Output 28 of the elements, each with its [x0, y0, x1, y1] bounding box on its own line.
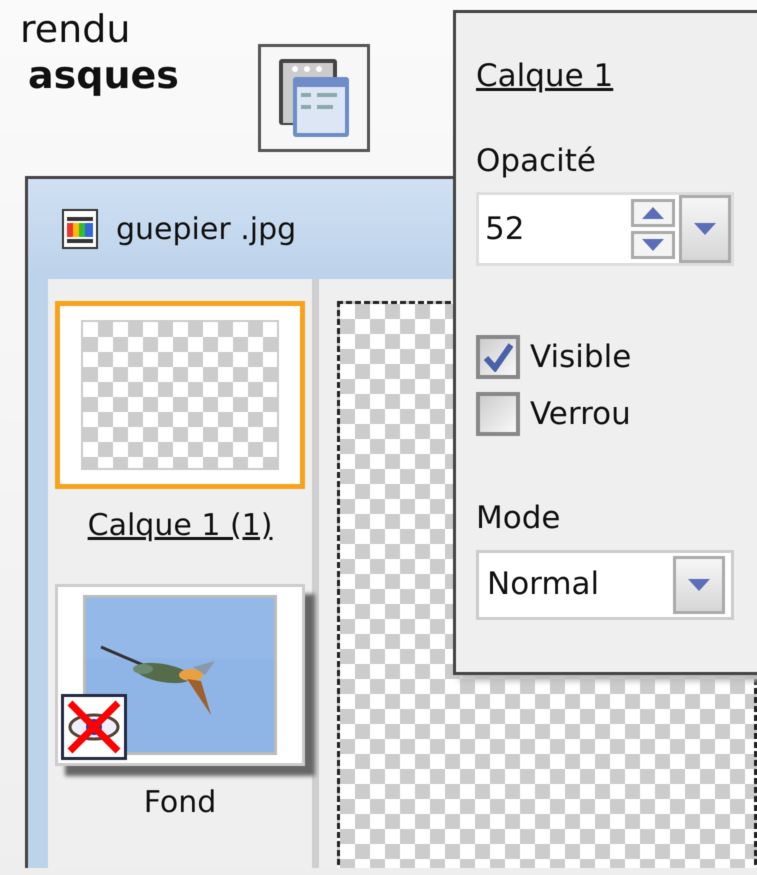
decrement-button[interactable]: [631, 231, 675, 259]
down-arrow-icon: [642, 239, 664, 251]
checkbox[interactable]: [476, 392, 520, 436]
hidden-eye-icon[interactable]: [61, 694, 128, 760]
intro-text: asques: [27, 52, 180, 98]
layers-icon: [277, 57, 351, 139]
opacity-label: Opacité: [476, 142, 597, 180]
layer-name: Fond: [144, 784, 216, 822]
increment-button[interactable]: [631, 199, 675, 227]
checkbox[interactable]: [476, 335, 520, 380]
panel-title: Calque 1: [476, 57, 614, 96]
layer-thumbnail[interactable]: [55, 584, 306, 766]
dropdown-button[interactable]: [673, 556, 725, 614]
layers-button[interactable]: [258, 44, 370, 152]
checkbox-label: Verrou: [530, 394, 631, 434]
window-title: guepier .jpg: [116, 210, 296, 248]
down-arrow-icon: [688, 578, 710, 590]
mode-label: Mode: [476, 499, 562, 538]
down-arrow-icon: [694, 223, 716, 235]
image-file-icon: [62, 209, 98, 249]
layer-name: Calque 1 (1): [88, 507, 272, 545]
checkbox-label: Visible: [530, 338, 632, 377]
up-arrow-icon: [642, 207, 664, 219]
dropdown-button[interactable]: [679, 195, 731, 263]
mode-select[interactable]: Normal: [476, 550, 734, 620]
layer-thumbnail[interactable]: [55, 301, 306, 489]
opacity-spinbox[interactable]: 52: [476, 192, 734, 266]
intro-text: rendu: [20, 6, 132, 52]
